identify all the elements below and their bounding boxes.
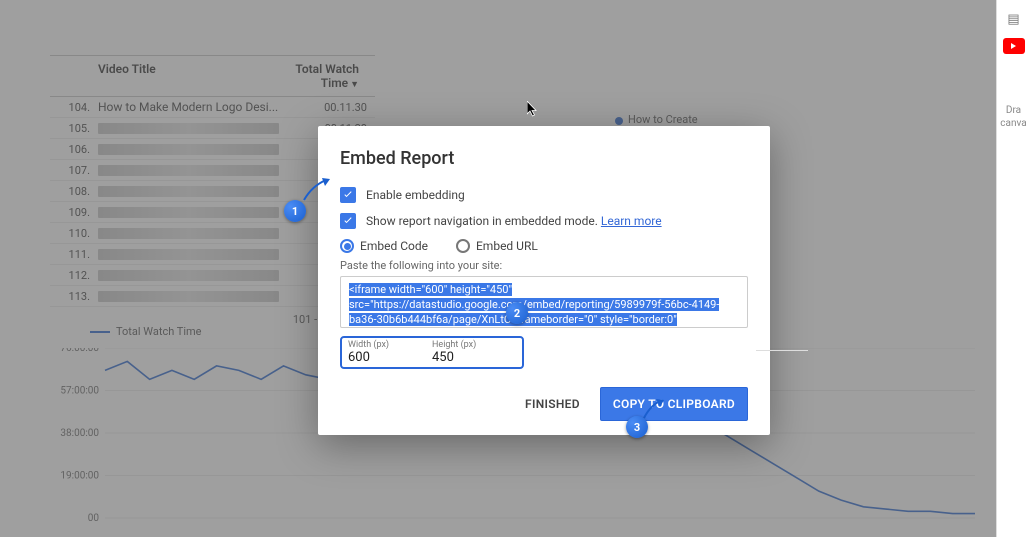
show-nav-label: Show report navigation in embedded mode.… bbox=[366, 214, 662, 228]
youtube-icon[interactable] bbox=[1003, 38, 1025, 54]
divider bbox=[756, 350, 808, 351]
embed-code-textarea[interactable]: <iframe width="600" height="450" src="ht… bbox=[340, 276, 748, 328]
check-icon bbox=[342, 215, 354, 227]
width-input[interactable]: 600 bbox=[348, 350, 432, 365]
size-inputs: Width (px) 600 Height (px) 450 bbox=[340, 336, 524, 369]
height-label: Height (px) bbox=[432, 340, 516, 350]
enable-embedding-checkbox[interactable] bbox=[340, 187, 356, 203]
embed-url-radio[interactable]: Embed URL bbox=[456, 239, 538, 253]
finished-button[interactable]: FINISHED bbox=[515, 389, 590, 419]
show-nav-checkbox[interactable] bbox=[340, 213, 356, 229]
copy-to-clipboard-button[interactable]: COPY TO CLIPBOARD bbox=[600, 387, 748, 421]
embed-report-dialog: Embed Report Enable embedding Show repor… bbox=[318, 126, 770, 435]
annotation-badge-3: 3 bbox=[626, 416, 648, 438]
layout-icon[interactable]: ▤ bbox=[1002, 10, 1026, 28]
annotation-arrow-1 bbox=[298, 176, 334, 206]
annotation-badge-1: 1 bbox=[284, 200, 306, 222]
enable-embedding-label: Enable embedding bbox=[366, 188, 465, 202]
check-icon bbox=[342, 189, 354, 201]
dialog-title: Embed Report bbox=[340, 148, 748, 169]
height-input[interactable]: 450 bbox=[432, 350, 516, 365]
right-hint: Dracanva bbox=[997, 104, 1030, 130]
learn-more-link[interactable]: Learn more bbox=[601, 214, 662, 228]
paste-instruction: Paste the following into your site: bbox=[340, 259, 748, 272]
annotation-badge-2: 2 bbox=[506, 302, 528, 324]
right-toolbar: ▤ Dracanva bbox=[996, 0, 1030, 537]
embed-code-radio[interactable]: Embed Code bbox=[340, 239, 428, 253]
width-label: Width (px) bbox=[348, 340, 432, 350]
